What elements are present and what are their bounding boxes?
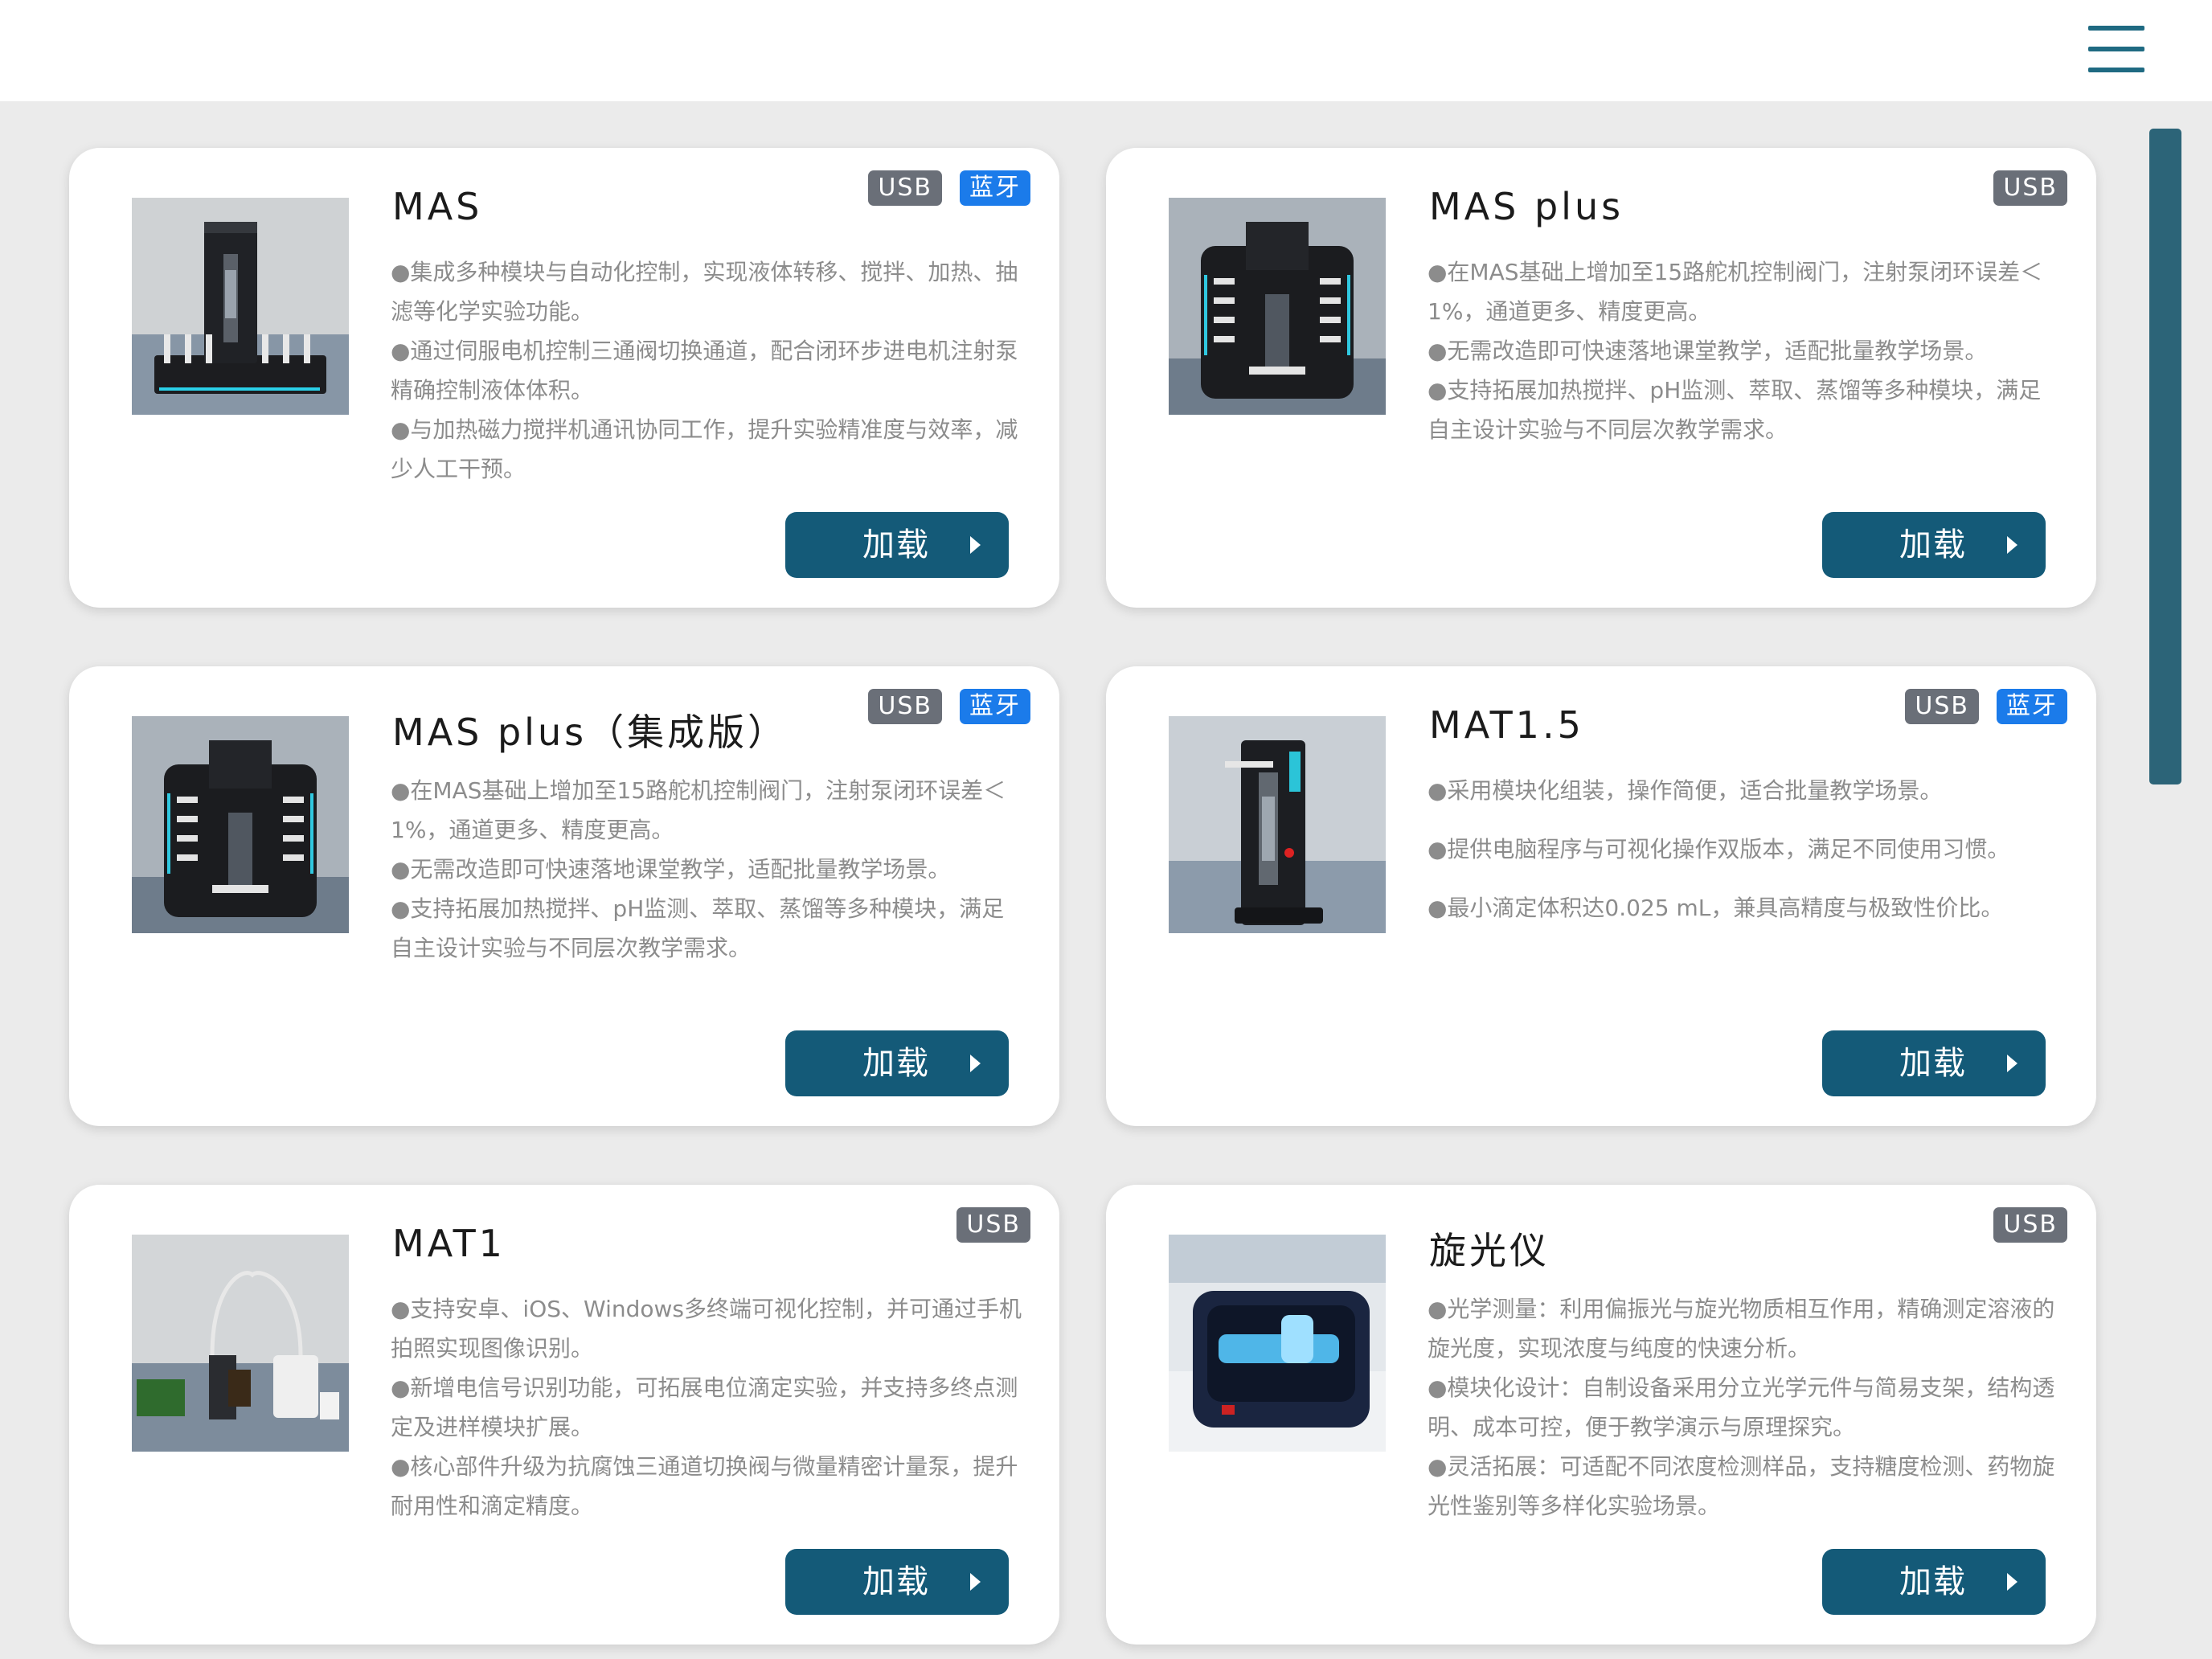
usb-badge: USB: [868, 170, 942, 206]
card-description: ●采用模块化组装，操作简便，适合批量教学场景。 ●提供电脑程序与可视化操作双版本…: [1428, 771, 2062, 947]
device-card-mat1-5: MAT1.5 USB 蓝牙 ●采用模块化组装，操作简便，适合批量教学场景。 ●提…: [1106, 666, 2096, 1126]
hamburger-menu-icon[interactable]: [2088, 24, 2148, 74]
device-card-mas-plus-integrated: MAS plus（集成版） USB 蓝牙 ●在MAS基础上增加至15路舵机控制阀…: [69, 666, 1059, 1126]
device-card-mas-plus: MAS plus USB ●在MAS基础上增加至15路舵机控制阀门，注射泵闭环误…: [1106, 148, 2096, 608]
bluetooth-badge: 蓝牙: [1997, 689, 2067, 724]
usb-badge: USB: [1905, 689, 1979, 724]
feature-line: ●核心部件升级为抗腐蚀三通道切换阀与微量精密计量泵，提升耐用性和滴定精度。: [391, 1453, 1018, 1519]
load-button-label: 加载: [1899, 1563, 1967, 1600]
feature-line: ●支持安卓、iOS、Windows多终端可视化控制，并可通过手机拍照实现图像识别…: [391, 1296, 1022, 1362]
card-description: ●支持安卓、iOS、Windows多终端可视化控制，并可通过手机拍照实现图像识别…: [391, 1289, 1026, 1526]
play-arrow-icon: [970, 536, 981, 554]
load-button-label: 加载: [862, 526, 930, 563]
card-description: ●集成多种模块与自动化控制，实现液体转移、搅拌、加热、抽滤等化学实验功能。 ●通…: [391, 252, 1026, 489]
play-arrow-icon: [970, 1573, 981, 1591]
feature-line: ●在MAS基础上增加至15路舵机控制阀门，注射泵闭环误差＜1%，通道更多、精度更…: [391, 777, 1006, 843]
bluetooth-badge: 蓝牙: [960, 170, 1030, 206]
load-button-label: 加载: [1899, 1045, 1967, 1082]
device-image-polarimeter: [1169, 1235, 1386, 1452]
feature-line: ●通过伺服电机控制三通阀切换通道，配合闭环步进电机注射泵精确控制液体体积。: [391, 338, 1018, 403]
feature-line: ●采用模块化组装，操作简便，适合批量教学场景。: [1428, 777, 1943, 804]
bluetooth-badge: 蓝牙: [960, 689, 1030, 724]
device-image-mas: [132, 198, 349, 415]
feature-line: ●灵活拓展：可适配不同浓度检测样品，支持糖度检测、药物旋光性鉴别等多样化实验场景…: [1428, 1453, 2055, 1519]
card-description: ●光学测量：利用偏振光与旋光物质相互作用，精确测定溶液的旋光度，实现浓度与纯度的…: [1428, 1289, 2062, 1526]
load-button-label: 加载: [1899, 526, 1967, 563]
play-arrow-icon: [2007, 1055, 2017, 1072]
feature-line: ●新增电信号识别功能，可拓展电位滴定实验，并支持多终点测定及进样模块扩展。: [391, 1374, 1018, 1440]
card-title: 旋光仪: [1429, 1229, 1550, 1272]
load-button-label: 加载: [862, 1045, 930, 1082]
load-button[interactable]: 加载: [1822, 1549, 2046, 1615]
card-title: MAS plus（集成版）: [392, 711, 789, 754]
load-button[interactable]: 加载: [1822, 512, 2046, 578]
connectivity-badges: USB: [1993, 1207, 2067, 1243]
device-image-mas-plus: [1169, 198, 1386, 415]
feature-line: ●无需改造即可快速落地课堂教学，适配批量教学场景。: [1428, 338, 1988, 364]
feature-line: ●最小滴定体积达0.025 mL，兼具高精度与极致性价比。: [1428, 895, 2004, 921]
card-description: ●在MAS基础上增加至15路舵机控制阀门，注射泵闭环误差＜1%，通道更多、精度更…: [1428, 252, 2062, 449]
card-description: ●在MAS基础上增加至15路舵机控制阀门，注射泵闭环误差＜1%，通道更多、精度更…: [391, 771, 1026, 968]
connectivity-badges: USB: [956, 1207, 1030, 1243]
feature-line: ●支持拓展加热搅拌、pH监测、萃取、蒸馏等多种模块，满足自主设计实验与不同层次教…: [1428, 377, 2042, 443]
device-card-polarimeter: 旋光仪 USB ●光学测量：利用偏振光与旋光物质相互作用，精确测定溶液的旋光度，…: [1106, 1185, 2096, 1645]
device-image-mas-plus-integrated: [132, 716, 349, 933]
feature-line: ●模块化设计：自制设备采用分立光学元件与简易支架，结构透明、成本可控，便于教学演…: [1428, 1374, 2055, 1440]
feature-line: ●光学测量：利用偏振光与旋光物质相互作用，精确测定溶液的旋光度，实现浓度与纯度的…: [1428, 1296, 2055, 1362]
load-button[interactable]: 加载: [785, 1030, 1009, 1096]
device-card-mat1: MAT1 USB ●支持安卓、iOS、Windows多终端可视化控制，并可通过手…: [69, 1185, 1059, 1645]
feature-line: ●在MAS基础上增加至15路舵机控制阀门，注射泵闭环误差＜1%，通道更多、精度更…: [1428, 259, 2043, 325]
play-arrow-icon: [2007, 536, 2017, 554]
card-title: MAS plus: [1429, 185, 1624, 228]
scrollbar-thumb[interactable]: [2149, 129, 2181, 784]
feature-line: ●集成多种模块与自动化控制，实现液体转移、搅拌、加热、抽滤等化学实验功能。: [391, 259, 1018, 325]
play-arrow-icon: [970, 1055, 981, 1072]
connectivity-badges: USB 蓝牙: [868, 170, 1030, 206]
feature-line: ●无需改造即可快速落地课堂教学，适配批量教学场景。: [391, 856, 951, 883]
feature-line: ●与加热磁力搅拌机通讯协同工作，提升实验精准度与效率，减少人工干预。: [391, 416, 1018, 482]
usb-badge: USB: [956, 1207, 1030, 1243]
connectivity-badges: USB 蓝牙: [1905, 689, 2067, 724]
device-image-mat1: [132, 1235, 349, 1452]
device-card-mas: MAS USB 蓝牙 ●集成多种模块与自动化控制，实现液体转移、搅拌、加热、抽滤…: [69, 148, 1059, 608]
load-button[interactable]: 加载: [1822, 1030, 2046, 1096]
top-bar: [0, 0, 2212, 101]
card-title: MAS: [392, 185, 483, 228]
connectivity-badges: USB: [1993, 170, 2067, 206]
load-button-label: 加载: [862, 1563, 930, 1600]
card-title: MAT1.5: [1429, 703, 1584, 747]
card-title: MAT1: [392, 1222, 506, 1265]
feature-line: ●支持拓展加热搅拌、pH监测、萃取、蒸馏等多种模块，满足自主设计实验与不同层次教…: [391, 895, 1005, 961]
usb-badge: USB: [1993, 170, 2067, 206]
load-button[interactable]: 加载: [785, 1549, 1009, 1615]
usb-badge: USB: [1993, 1207, 2067, 1243]
usb-badge: USB: [868, 689, 942, 724]
feature-line: ●提供电脑程序与可视化操作双版本，满足不同使用习惯。: [1428, 836, 2010, 862]
load-button[interactable]: 加载: [785, 512, 1009, 578]
play-arrow-icon: [2007, 1573, 2017, 1591]
connectivity-badges: USB 蓝牙: [868, 689, 1030, 724]
device-image-mat1-5: [1169, 716, 1386, 933]
